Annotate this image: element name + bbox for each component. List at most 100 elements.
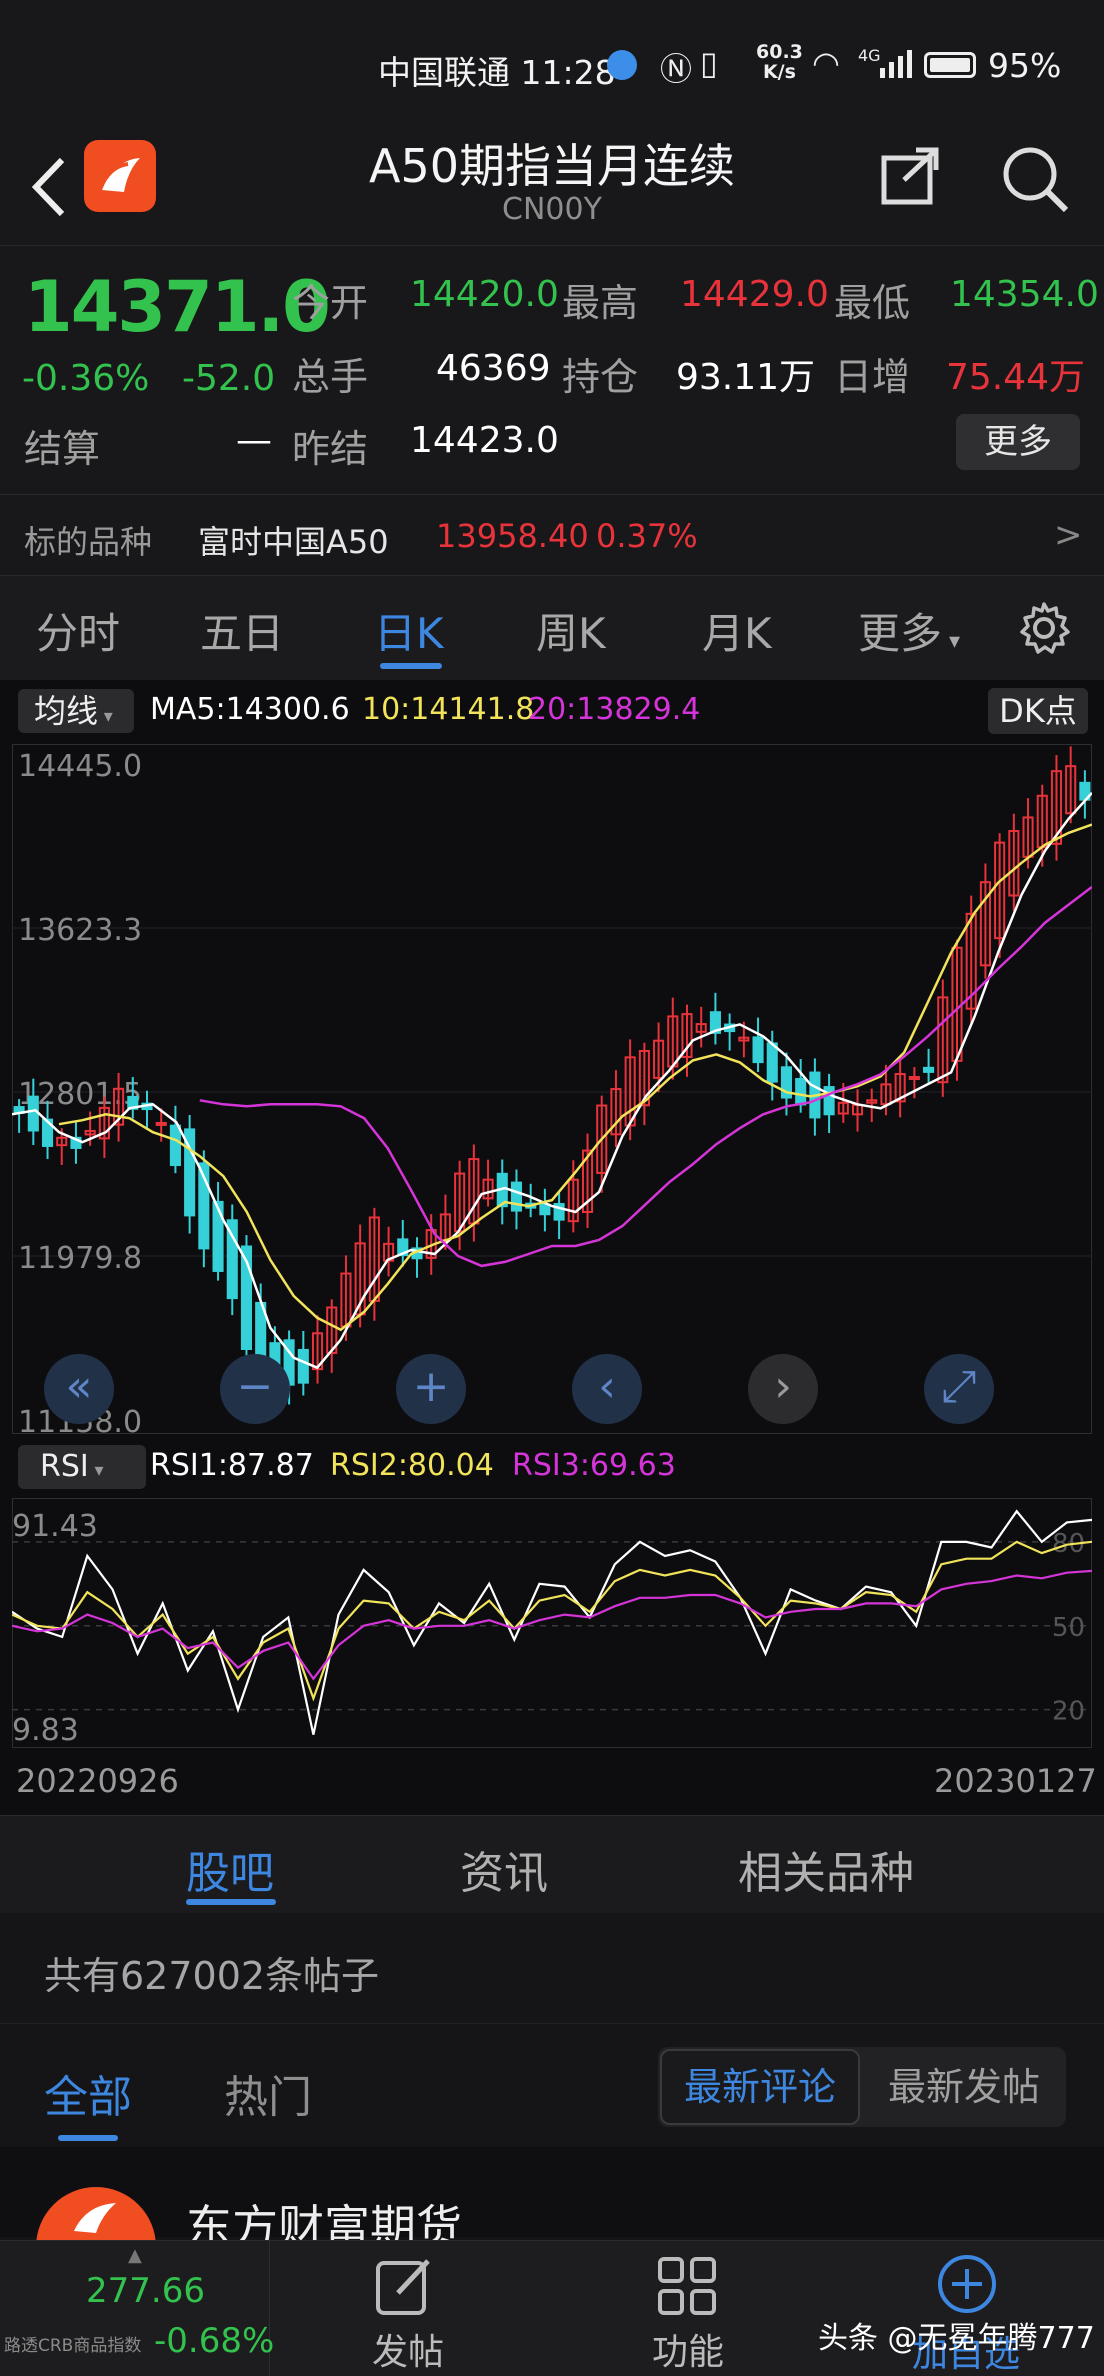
settle-label: 结算 xyxy=(24,427,101,471)
stat-label: 总手 xyxy=(292,355,369,399)
post-count: 共有627002条帖子 xyxy=(44,1954,380,1998)
wifi-icon: ◠ xyxy=(812,44,840,82)
active-tab-indicator xyxy=(186,1899,276,1905)
grid-icon[interactable] xyxy=(652,2251,722,2321)
candle-body xyxy=(908,1076,920,1081)
caret-down-icon: ▾ xyxy=(88,1460,104,1481)
pan-left-button[interactable]: ‹ xyxy=(572,1354,642,1424)
crb-index-widget[interactable]: ▲ 277.66 路透CRB商品指数 -0.68% xyxy=(0,2241,274,2376)
crb-value: 277.66 xyxy=(86,2271,205,2311)
ma-line-ma20 xyxy=(199,885,1092,1268)
pan-right-button[interactable]: › xyxy=(748,1354,818,1424)
page-header: A50期指当月连续 CN00Y xyxy=(0,130,1104,245)
stat-label: 日增 xyxy=(834,355,911,399)
stat-label: 最高 xyxy=(562,281,639,325)
candle-body xyxy=(539,1203,551,1216)
y-tick-label: 11979.8 xyxy=(18,1241,142,1276)
y-tick-label: 13623.3 xyxy=(18,913,142,948)
community-tabs xyxy=(0,1815,1104,1913)
candle-body xyxy=(766,1042,778,1083)
filter-all[interactable]: 全部 xyxy=(44,2061,132,2125)
status-bar: 中国联通 11:28 Ⓝ ▯ 60.3 K/s ◠ 4G 95% xyxy=(0,0,1104,130)
more-button[interactable]: 更多 xyxy=(956,414,1080,470)
tab-monthly-k[interactable]: 月K xyxy=(702,600,772,661)
rsi3-legend: RSI3:69.63 xyxy=(512,1448,676,1483)
watermark: 头条 @无冕年腾777 xyxy=(818,2321,1095,2356)
functions-button[interactable]: 功能 xyxy=(652,2323,724,2375)
filter-hot[interactable]: 热门 xyxy=(224,2061,312,2125)
settle-value: — xyxy=(236,420,272,461)
sort-latest-comment[interactable]: 最新评论 xyxy=(660,2049,860,2125)
y-tick-label: 14445.0 xyxy=(18,749,142,784)
kline-plot[interactable]: 14445.013623.312801.511979.811158.0 xyxy=(12,744,1092,1434)
rsi1-legend: RSI1:87.87 xyxy=(150,1448,314,1483)
rsi-plot[interactable]: 80502091.439.83 xyxy=(12,1498,1092,1748)
share-icon[interactable] xyxy=(878,144,942,208)
add-circle-icon[interactable] xyxy=(932,2249,1002,2319)
underlying-label: 标的品种 xyxy=(24,523,153,561)
candle-body xyxy=(510,1181,523,1212)
tab-related[interactable]: 相关品种 xyxy=(738,1837,914,1901)
underlying-row[interactable]: 标的品种 富时中国A50 13958.40 0.37% > xyxy=(0,495,1104,575)
carrier-time: 中国联通 11:28 xyxy=(378,53,616,92)
bottom-bar: ▲ 277.66 路透CRB商品指数 -0.68% 发帖 功能 加自选 头条 @… xyxy=(0,2240,1104,2376)
last-price: 14371.0 xyxy=(24,266,331,348)
zoom-out-button[interactable]: − xyxy=(220,1354,290,1424)
caret-up-icon: ▲ xyxy=(128,2245,142,2266)
stat-value: 14429.0 xyxy=(680,274,829,315)
rsi-selector[interactable]: RSI ▾ xyxy=(18,1445,146,1489)
x-axis-start: 20220926 xyxy=(16,1762,179,1800)
indicator-selector[interactable]: 均线 ▾ xyxy=(18,689,134,733)
rewind-button[interactable]: « xyxy=(44,1354,114,1424)
chevron-right-icon: > xyxy=(1054,515,1083,555)
quote-panel: 14371.0 -0.36% -52.0 今开 14420.0 最高 14429… xyxy=(0,245,1104,575)
tab-guba[interactable]: 股吧 xyxy=(186,1837,274,1901)
rsi-y-tick-label: 91.43 xyxy=(12,1509,98,1544)
net-speed: 60.3 K/s xyxy=(756,41,803,83)
sort-latest-post[interactable]: 最新发帖 xyxy=(864,2049,1064,2125)
ma5-legend: MA5:14300.6 xyxy=(150,692,350,727)
prev-settle-value: 14423.0 xyxy=(410,420,559,461)
app-notify-icon xyxy=(607,50,637,80)
post-button[interactable]: 发帖 xyxy=(372,2323,444,2375)
active-tab-indicator xyxy=(380,663,442,669)
tab-news[interactable]: 资讯 xyxy=(460,1837,548,1901)
candle-body xyxy=(155,1121,167,1126)
zoom-in-button[interactable]: + xyxy=(396,1354,466,1424)
battery-percent: 95% xyxy=(988,46,1062,85)
community-section: 股吧 资讯 相关品种 共有627002条帖子 全部 热门 最新评论 最新发帖 东… xyxy=(0,1815,1104,2307)
crb-label: 路透CRB商品指数 xyxy=(4,2336,142,2356)
ma10-legend: 10:14141.8 xyxy=(362,692,535,727)
ma-line-ma5 xyxy=(12,792,1092,1370)
nfc-icon: Ⓝ xyxy=(660,50,693,88)
tab-intraday[interactable]: 分时 xyxy=(36,600,120,661)
tab-more[interactable]: 更多 ▾ xyxy=(858,600,960,661)
search-icon[interactable] xyxy=(1000,144,1070,214)
active-filter-indicator xyxy=(58,2135,118,2141)
divider xyxy=(0,2023,1104,2024)
stat-value: 46369 xyxy=(436,348,551,389)
prev-settle-label: 昨结 xyxy=(292,427,369,471)
tab-weekly-k[interactable]: 周K xyxy=(536,600,606,661)
edit-icon[interactable] xyxy=(370,2251,440,2321)
stat-value: 14420.0 xyxy=(410,274,559,315)
fullscreen-button[interactable]: ⤢ xyxy=(924,1354,994,1424)
stat-label: 今开 xyxy=(292,281,369,325)
rsi2-legend: RSI2:80.04 xyxy=(330,1448,494,1483)
underlying-name: 富时中国A50 xyxy=(198,523,389,561)
underlying-percent: 0.37% xyxy=(596,517,698,555)
candle-body xyxy=(752,1036,764,1064)
dk-point-button[interactable]: DK点 xyxy=(988,688,1088,734)
gear-icon[interactable] xyxy=(1016,600,1072,656)
tab-daily-k[interactable]: 日K xyxy=(374,600,444,661)
change-value: -52.0 xyxy=(182,358,276,399)
stat-value: 14354.0 xyxy=(950,274,1099,315)
caret-down-icon: ▾ xyxy=(942,629,961,654)
candle-body xyxy=(795,1078,807,1106)
candle-body xyxy=(169,1124,181,1167)
candle-body xyxy=(212,1200,224,1272)
rsi-y-tick-label: 9.83 xyxy=(12,1713,79,1748)
change-percent: -0.36% xyxy=(22,358,150,399)
x-axis-end: 20230127 xyxy=(934,1762,1097,1800)
tab-five-day[interactable]: 五日 xyxy=(200,600,284,661)
